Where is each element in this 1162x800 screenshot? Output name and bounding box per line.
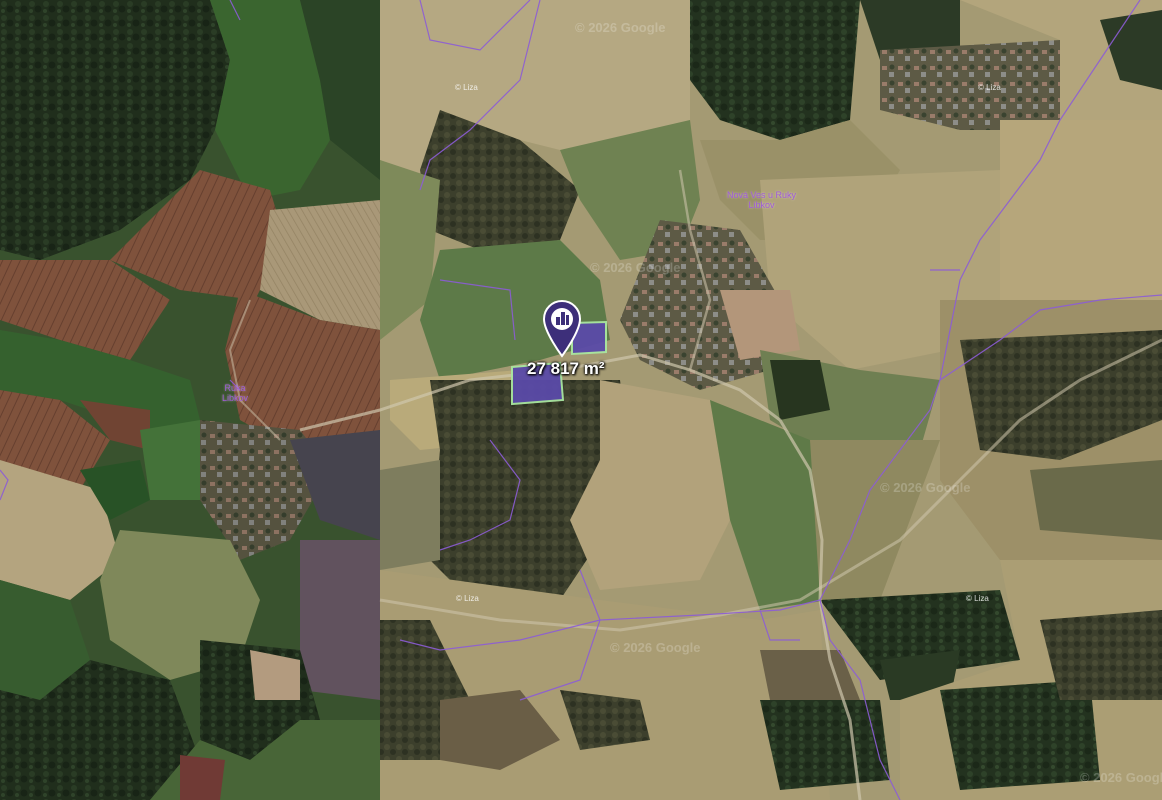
place-label: Ruka Libkov: [222, 383, 249, 403]
copyright-watermark: © 2026 Google: [575, 20, 666, 35]
poi-label: © Liza: [978, 83, 1001, 92]
building-icon: [551, 308, 573, 330]
copyright-watermark: © 2026 Google: [610, 640, 701, 655]
copyright-watermark: © 2026 Google: [1080, 770, 1162, 785]
map-pin-icon[interactable]: [542, 299, 582, 358]
place-label: Nová Ves u Ruky Libkov: [727, 190, 797, 210]
copyright-watermark: © 2026 Google: [590, 260, 681, 275]
copyright-watermark: © 2026 Google: [880, 480, 971, 495]
satellite-imagery: [0, 0, 1162, 800]
poi-label: © Liza: [456, 594, 479, 603]
poi-label: © Liza: [966, 594, 989, 603]
poi-label: © Liza: [455, 83, 478, 92]
satellite-map[interactable]: © 2026 Google © 2026 Google © 2026 Googl…: [0, 0, 1162, 800]
parcel-area-label: 27 817 m²: [527, 359, 605, 378]
